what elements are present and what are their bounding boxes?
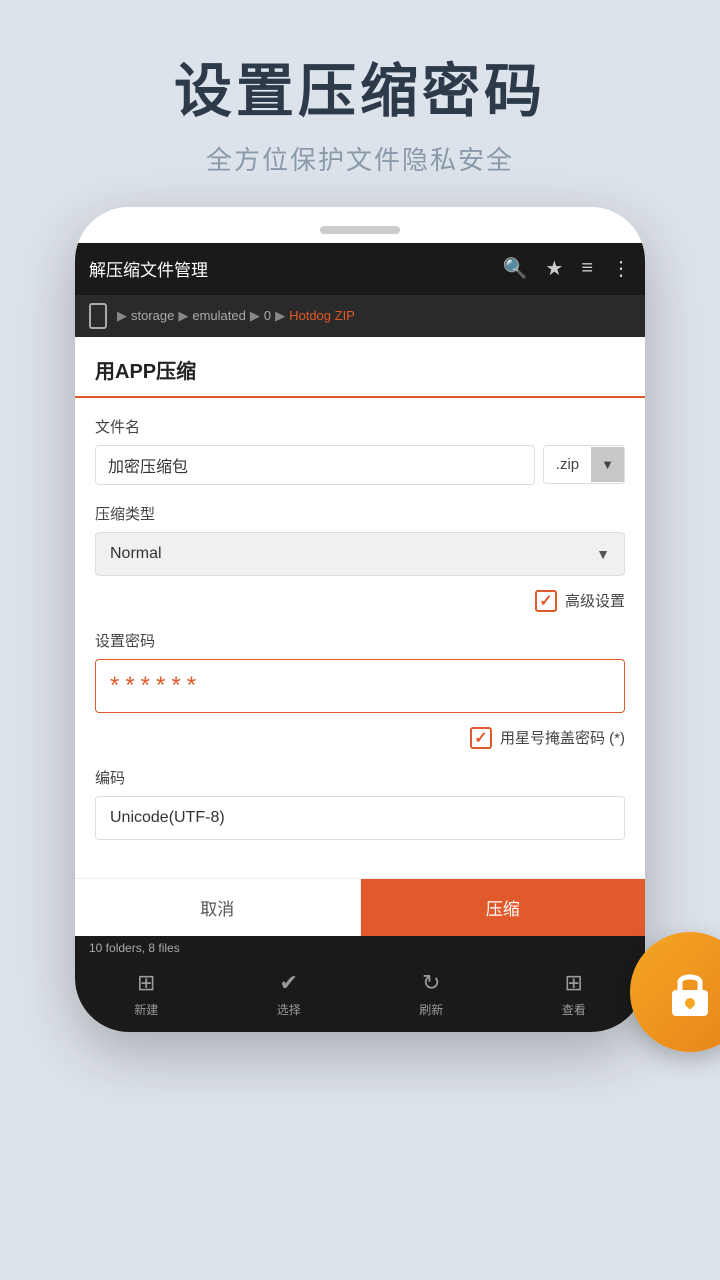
device-icon	[89, 303, 107, 329]
encoding-label: 编码	[95, 767, 625, 788]
checkmark-icon: ✓	[539, 591, 552, 611]
compress-type-label: 压缩类型	[95, 503, 625, 524]
password-section: 设置密码	[95, 630, 625, 713]
dialog-buttons: 取消 压缩	[75, 878, 645, 936]
compress-type-dropdown[interactable]: Normal ▼	[95, 532, 625, 576]
breadcrumb: ▶ storage ▶ emulated ▶ 0 ▶ Hotdog ZIP	[75, 295, 645, 337]
star-checkmark-icon: ✓	[474, 728, 487, 748]
filename-row: .zip ▼	[95, 445, 625, 485]
folder-count: 10 folders, 8 files	[89, 941, 180, 955]
advanced-settings-checkbox[interactable]: ✓	[535, 590, 557, 612]
compress-button[interactable]: 压缩	[361, 879, 646, 936]
star-mask-checkbox[interactable]: ✓	[470, 727, 492, 749]
select-icon: ✔	[280, 970, 298, 996]
cancel-button[interactable]: 取消	[75, 879, 361, 936]
bottom-nav: ⊞ 新建 ✔ 选择 ↻ 刷新 ⊞ 查看	[75, 960, 645, 1032]
ext-label: .zip	[544, 446, 591, 483]
app-bar: 解压缩文件管理 🔍 ★ ≡ ⋮	[75, 243, 645, 295]
filename-input[interactable]	[95, 445, 535, 485]
compress-dialog: 用APP压缩 文件名 .zip ▼ 压缩类型 Normal	[75, 337, 645, 936]
speaker-bar	[320, 226, 400, 234]
nav-item-refresh[interactable]: ↻ 刷新	[360, 970, 503, 1018]
view-icon: ⊞	[565, 970, 583, 996]
menu-icon[interactable]: ≡	[581, 257, 593, 280]
ext-group: .zip ▼	[543, 445, 625, 484]
nav-label-select: 选择	[277, 1001, 301, 1018]
nav-label-view: 查看	[562, 1001, 586, 1018]
nav-item-select[interactable]: ✔ 选择	[218, 970, 361, 1018]
refresh-icon: ↻	[422, 970, 440, 996]
advanced-settings-row: ✓ 高级设置	[95, 590, 625, 612]
advanced-label: 高级设置	[565, 590, 625, 611]
encoding-section: 编码 Unicode(UTF-8)	[95, 767, 625, 840]
nav-label-refresh: 刷新	[419, 1001, 443, 1018]
password-label: 设置密码	[95, 630, 625, 651]
star-mask-label: 用星号掩盖密码 (*)	[500, 727, 625, 748]
compress-type-value: Normal	[96, 533, 582, 575]
dialog-title: 用APP压缩	[95, 355, 625, 384]
phone-wrapper: 解压缩文件管理 🔍 ★ ≡ ⋮ ▶ storage ▶ emulated ▶ 0…	[0, 207, 720, 1032]
nav-item-new[interactable]: ⊞ 新建	[75, 970, 218, 1018]
lock-icon	[660, 962, 720, 1022]
star-mask-row: ✓ 用星号掩盖密码 (*)	[95, 727, 625, 749]
compress-type-arrow-icon: ▼	[582, 534, 624, 574]
status-bar: 10 folders, 8 files	[75, 936, 645, 960]
new-icon: ⊞	[137, 970, 155, 996]
search-icon[interactable]: 🔍	[502, 256, 527, 281]
dialog-body: 文件名 .zip ▼ 压缩类型 Normal ▼	[75, 398, 645, 878]
hero-subtitle: 全方位保护文件隐私安全	[0, 140, 720, 177]
app-bar-icons: 🔍 ★ ≡ ⋮	[502, 256, 631, 281]
hero-title: 设置压缩密码	[0, 60, 720, 124]
dialog-header: 用APP压缩	[75, 337, 645, 398]
phone-speaker-area	[75, 207, 645, 243]
phone-mockup: 解压缩文件管理 🔍 ★ ≡ ⋮ ▶ storage ▶ emulated ▶ 0…	[75, 207, 645, 1032]
breadcrumb-highlight: Hotdog ZIP	[289, 308, 355, 323]
app-bar-title: 解压缩文件管理	[89, 256, 502, 281]
password-input[interactable]	[95, 659, 625, 713]
encoding-value: Unicode(UTF-8)	[95, 796, 625, 840]
nav-item-view[interactable]: ⊞ 查看	[503, 970, 646, 1018]
more-icon[interactable]: ⋮	[611, 256, 631, 281]
nav-label-new: 新建	[134, 1001, 158, 1018]
filename-label: 文件名	[95, 416, 625, 437]
star-icon[interactable]: ★	[545, 256, 563, 281]
hero-section: 设置压缩密码 全方位保护文件隐私安全	[0, 0, 720, 207]
ext-dropdown-button[interactable]: ▼	[591, 447, 624, 482]
compress-type-section: 压缩类型 Normal ▼	[95, 503, 625, 576]
